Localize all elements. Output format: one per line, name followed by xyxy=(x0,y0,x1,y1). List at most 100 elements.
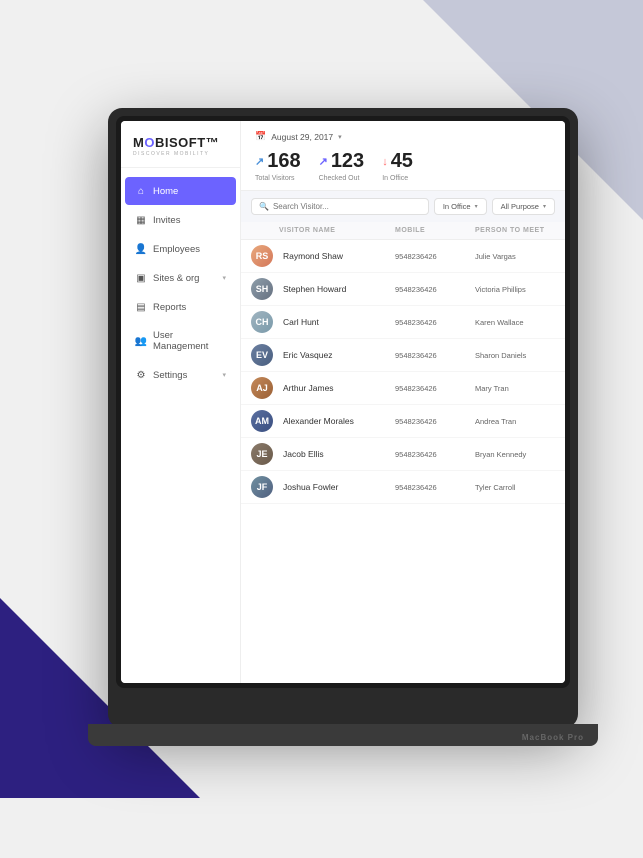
visitor-person: Julie Vargas xyxy=(475,252,555,261)
visitor-avatar: CH xyxy=(251,311,273,333)
visitor-name: Alexander Morales xyxy=(279,416,395,426)
table-row[interactable]: SH Stephen Howard 9548236426 Victoria Ph… xyxy=(241,273,565,306)
all-purpose-filter[interactable]: All Purpose ▾ xyxy=(492,198,555,215)
filter-bar: 🔍 In Office ▾ All Purpose ▾ xyxy=(241,191,565,222)
visitor-name: Stephen Howard xyxy=(279,284,395,294)
employees-icon: 👤 xyxy=(135,243,147,255)
in-office-chevron-icon: ▾ xyxy=(475,203,478,210)
all-purpose-chevron-icon: ▾ xyxy=(543,203,546,210)
all-purpose-filter-label: All Purpose xyxy=(501,202,539,211)
stat-total-visitors: ↗ 168 Total Visitors xyxy=(255,150,301,182)
sites-chevron-icon: ▾ xyxy=(222,274,226,282)
visitor-person: Tyler Carroll xyxy=(475,483,555,492)
sidebar-item-sites-org[interactable]: ▣ Sites & org ▾ xyxy=(125,264,236,292)
stat-office-value: ↓ 45 xyxy=(382,150,413,173)
visitor-avatar: RS xyxy=(251,245,273,267)
stat-checked-value: ↗ 123 xyxy=(319,150,365,173)
user-management-icon: 👥 xyxy=(135,335,147,347)
sidebar-item-reports-label: Reports xyxy=(153,302,186,313)
sidebar-item-home[interactable]: ⌂ Home xyxy=(125,177,236,205)
stat-total-value: ↗ 168 xyxy=(255,150,301,173)
stat-total-arrow: ↗ xyxy=(255,155,264,168)
macbook-label: MacBook Pro xyxy=(522,733,584,742)
sidebar-item-employees[interactable]: 👤 Employees xyxy=(125,235,236,263)
visitor-mobile: 9548236426 xyxy=(395,285,475,294)
visitor-person: Victoria Phillips xyxy=(475,285,555,294)
visitor-person: Bryan Kennedy xyxy=(475,450,555,459)
visitor-avatar: AJ xyxy=(251,377,273,399)
table-row[interactable]: EV Eric Vasquez 9548236426 Sharon Daniel… xyxy=(241,339,565,372)
logo-text: MOBISOFT™ xyxy=(133,135,230,150)
visitor-avatar: EV xyxy=(251,344,273,366)
sidebar-item-settings[interactable]: ⚙ Settings ▾ xyxy=(125,361,236,389)
stat-checked-number: 123 xyxy=(331,150,364,173)
main-content: 📅 August 29, 2017 ▾ ↗ 168 Total Visitors xyxy=(241,121,565,683)
table-row[interactable]: JE Jacob Ellis 9548236426 Bryan Kennedy xyxy=(241,438,565,471)
stat-in-office: ↓ 45 In Office xyxy=(382,150,413,182)
stat-office-number: 45 xyxy=(391,150,413,173)
visitor-person: Sharon Daniels xyxy=(475,351,555,360)
visitor-person: Mary Tran xyxy=(475,384,555,393)
visitor-person: Karen Wallace xyxy=(475,318,555,327)
visitor-name: Jacob Ellis xyxy=(279,449,395,459)
sidebar-item-user-management[interactable]: 👥 User Management xyxy=(125,322,236,360)
table-row[interactable]: JF Joshua Fowler 9548236426 Tyler Carrol… xyxy=(241,471,565,504)
invites-icon: ▦ xyxy=(135,214,147,226)
laptop-screen-bezel: MOBISOFT™ DISCOVER MOBILITY ⌂ Home ▦ Inv… xyxy=(116,116,570,688)
sidebar-logo: MOBISOFT™ DISCOVER MOBILITY xyxy=(121,121,240,168)
stat-office-label: In Office xyxy=(382,175,413,182)
date-chevron-icon: ▾ xyxy=(338,133,342,141)
stats-row: ↗ 168 Total Visitors ↗ 123 Checked Out xyxy=(255,150,551,182)
header-date: August 29, 2017 xyxy=(271,132,333,142)
settings-chevron-icon: ▾ xyxy=(222,371,226,379)
stat-checked-arrow: ↗ xyxy=(319,155,328,168)
sidebar-item-employees-label: Employees xyxy=(153,244,200,255)
stat-checked-label: Checked Out xyxy=(319,175,365,182)
sidebar-item-user-management-label: User Management xyxy=(153,330,226,352)
visitor-mobile: 9548236426 xyxy=(395,483,475,492)
stat-office-arrow: ↓ xyxy=(382,156,388,168)
table-row[interactable]: RS Raymond Shaw 9548236426 Julie Vargas xyxy=(241,240,565,273)
laptop-base: MacBook Pro xyxy=(88,724,598,746)
stat-total-number: 168 xyxy=(267,150,300,173)
table-row[interactable]: AM Alexander Morales 9548236426 Andrea T… xyxy=(241,405,565,438)
in-office-filter-label: In Office xyxy=(443,202,471,211)
search-icon: 🔍 xyxy=(259,202,269,211)
reports-icon: ▤ xyxy=(135,301,147,313)
search-input[interactable] xyxy=(273,202,421,211)
stat-checked-out: ↗ 123 Checked Out xyxy=(319,150,365,182)
sidebar-item-settings-label: Settings xyxy=(153,370,187,381)
sidebar-item-home-label: Home xyxy=(153,186,178,197)
home-icon: ⌂ xyxy=(135,185,147,197)
sidebar-item-reports[interactable]: ▤ Reports xyxy=(125,293,236,321)
in-office-filter[interactable]: In Office ▾ xyxy=(434,198,487,215)
visitor-avatar: JF xyxy=(251,476,273,498)
table-row[interactable]: CH Carl Hunt 9548236426 Karen Wallace xyxy=(241,306,565,339)
sites-icon: ▣ xyxy=(135,272,147,284)
col-avatar xyxy=(251,227,279,234)
visitor-mobile: 9548236426 xyxy=(395,318,475,327)
visitor-name: Raymond Shaw xyxy=(279,251,395,261)
laptop-shell: MOBISOFT™ DISCOVER MOBILITY ⌂ Home ▦ Inv… xyxy=(108,108,578,728)
sidebar-nav: ⌂ Home ▦ Invites 👤 Employees xyxy=(121,168,240,683)
visitor-avatar: AM xyxy=(251,410,273,432)
col-mobile: MOBILE xyxy=(395,227,475,234)
visitor-mobile: 9548236426 xyxy=(395,351,475,360)
sidebar: MOBISOFT™ DISCOVER MOBILITY ⌂ Home ▦ Inv… xyxy=(121,121,241,683)
visitor-mobile: 9548236426 xyxy=(395,384,475,393)
table-body: RS Raymond Shaw 9548236426 Julie Vargas … xyxy=(241,240,565,504)
sidebar-item-invites[interactable]: ▦ Invites xyxy=(125,206,236,234)
visitor-mobile: 9548236426 xyxy=(395,252,475,261)
visitor-person: Andrea Tran xyxy=(475,417,555,426)
search-box[interactable]: 🔍 xyxy=(251,198,429,215)
visitor-avatar: SH xyxy=(251,278,273,300)
visitor-name: Carl Hunt xyxy=(279,317,395,327)
table-header: VISITOR NAME MOBILE PERSON TO MEET xyxy=(241,222,565,240)
visitor-name: Joshua Fowler xyxy=(279,482,395,492)
screen-content: MOBISOFT™ DISCOVER MOBILITY ⌂ Home ▦ Inv… xyxy=(121,121,565,683)
visitor-mobile: 9548236426 xyxy=(395,417,475,426)
col-visitor-name: VISITOR NAME xyxy=(279,227,395,234)
table-row[interactable]: AJ Arthur James 9548236426 Mary Tran xyxy=(241,372,565,405)
visitor-mobile: 9548236426 xyxy=(395,450,475,459)
visitor-name: Arthur James xyxy=(279,383,395,393)
